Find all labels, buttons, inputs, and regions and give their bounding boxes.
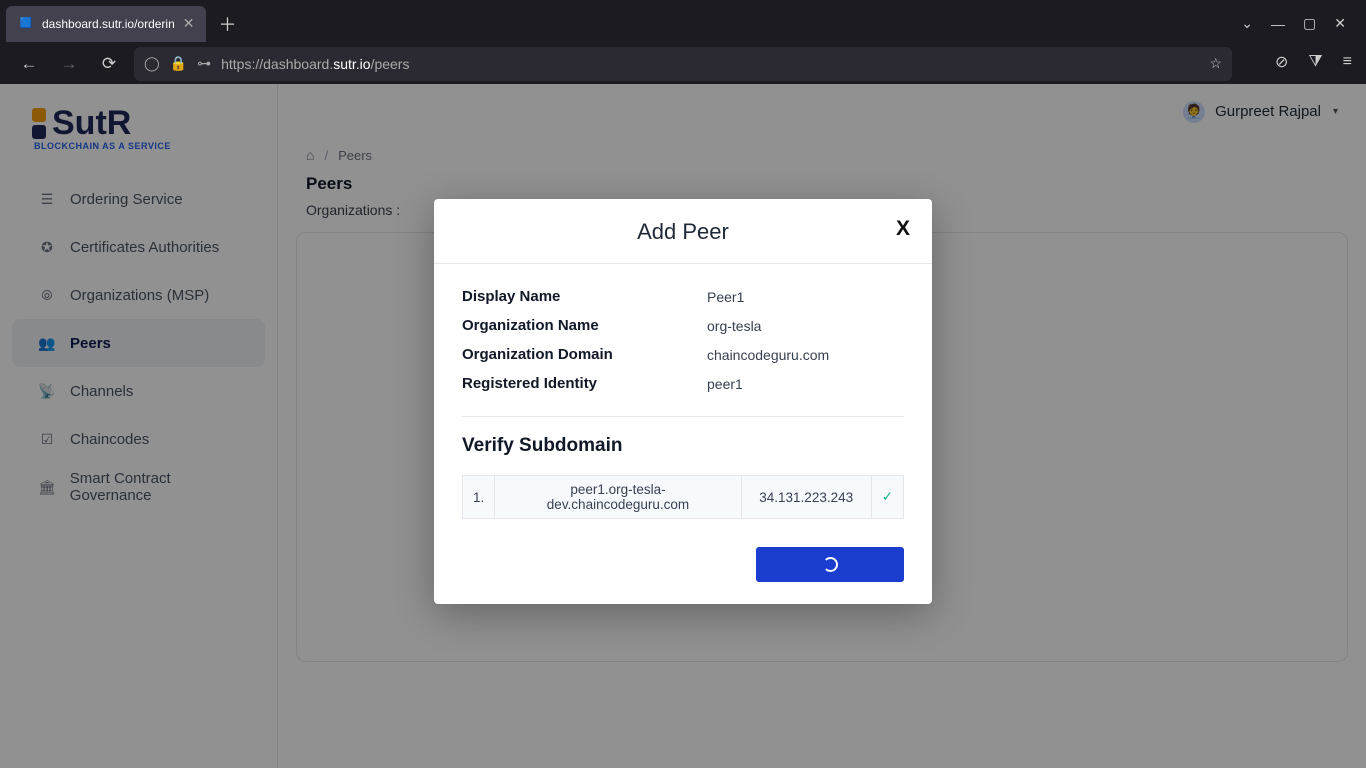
app-viewport: SutR BLOCKCHAIN AS A SERVICE ☰ Ordering … <box>0 84 1366 768</box>
key-icon: ⊶ <box>197 55 211 72</box>
verify-subdomain-title: Verify Subdomain <box>462 435 904 457</box>
shield-icon: ◯ <box>144 55 160 72</box>
modal-title: Add Peer <box>637 219 729 245</box>
reload-button[interactable]: ⟳ <box>94 49 124 79</box>
extensions-icon[interactable]: ⧩ <box>1308 53 1322 71</box>
bookmark-icon[interactable]: ☆ <box>1209 55 1222 72</box>
submit-button[interactable] <box>756 547 904 582</box>
form-row-display-name: Display Name Peer1 <box>462 282 904 311</box>
modal-close-button[interactable]: X <box>896 217 910 241</box>
add-peer-modal: Add Peer X Display Name Peer1 Organizati… <box>434 199 932 604</box>
lock-icon: 🔒 <box>170 55 187 72</box>
modal-header: Add Peer X <box>434 199 932 264</box>
row-index: 1. <box>463 476 495 519</box>
window-controls: ⌄ — ▢ ✕ <box>1241 15 1360 32</box>
browser-chrome: 🟦 dashboard.sutr.io/orderin ✕ ＋ ⌄ — ▢ ✕ … <box>0 0 1366 84</box>
form-value: chaincodeguru.com <box>707 347 829 363</box>
forward-button[interactable]: → <box>54 49 84 79</box>
form-label: Registered Identity <box>462 375 707 392</box>
spinner-icon <box>823 557 838 572</box>
close-window-icon[interactable]: ✕ <box>1334 15 1346 32</box>
nav-bar: ← → ⟳ ◯ 🔒 ⊶ https://dashboard.sutr.io/pe… <box>0 43 1366 84</box>
form-label: Display Name <box>462 288 707 305</box>
form-label: Organization Name <box>462 317 707 334</box>
close-icon[interactable]: ✕ <box>183 15 195 32</box>
form-value: Peer1 <box>707 289 744 305</box>
minimize-icon[interactable]: — <box>1271 16 1285 32</box>
chevron-down-icon[interactable]: ⌄ <box>1241 15 1253 32</box>
url-text: https://dashboard.sutr.io/peers <box>221 56 409 72</box>
tab-title: dashboard.sutr.io/orderin <box>42 17 175 31</box>
check-icon: ✓ <box>871 476 903 519</box>
hamburger-icon[interactable]: ≡ <box>1343 53 1352 71</box>
form-row-organization-domain: Organization Domain chaincodeguru.com <box>462 340 904 369</box>
form-row-organization-name: Organization Name org-tesla <box>462 311 904 340</box>
form-value: org-tesla <box>707 318 761 334</box>
form-value: peer1 <box>707 376 743 392</box>
verify-subdomain-table: 1. peer1.org-tesla-dev.chaincodeguru.com… <box>462 475 904 519</box>
tab-favicon-icon: 🟦 <box>18 16 34 32</box>
form-label: Organization Domain <box>462 346 707 363</box>
maximize-icon[interactable]: ▢ <box>1303 15 1316 32</box>
table-row: 1. peer1.org-tesla-dev.chaincodeguru.com… <box>463 476 904 519</box>
pocket-icon[interactable]: ⊘ <box>1275 52 1288 72</box>
tab-bar: 🟦 dashboard.sutr.io/orderin ✕ ＋ ⌄ — ▢ ✕ <box>0 0 1366 43</box>
browser-tab[interactable]: 🟦 dashboard.sutr.io/orderin ✕ <box>6 6 206 42</box>
new-tab-button[interactable]: ＋ <box>218 11 236 37</box>
back-button[interactable]: ← <box>14 49 44 79</box>
modal-body: Display Name Peer1 Organization Name org… <box>434 264 932 604</box>
divider <box>462 416 904 417</box>
form-row-registered-identity: Registered Identity peer1 <box>462 369 904 398</box>
row-ip: 34.131.223.243 <box>741 476 871 519</box>
row-domain: peer1.org-tesla-dev.chaincodeguru.com <box>495 476 741 519</box>
url-bar[interactable]: ◯ 🔒 ⊶ https://dashboard.sutr.io/peers ☆ <box>134 47 1232 81</box>
